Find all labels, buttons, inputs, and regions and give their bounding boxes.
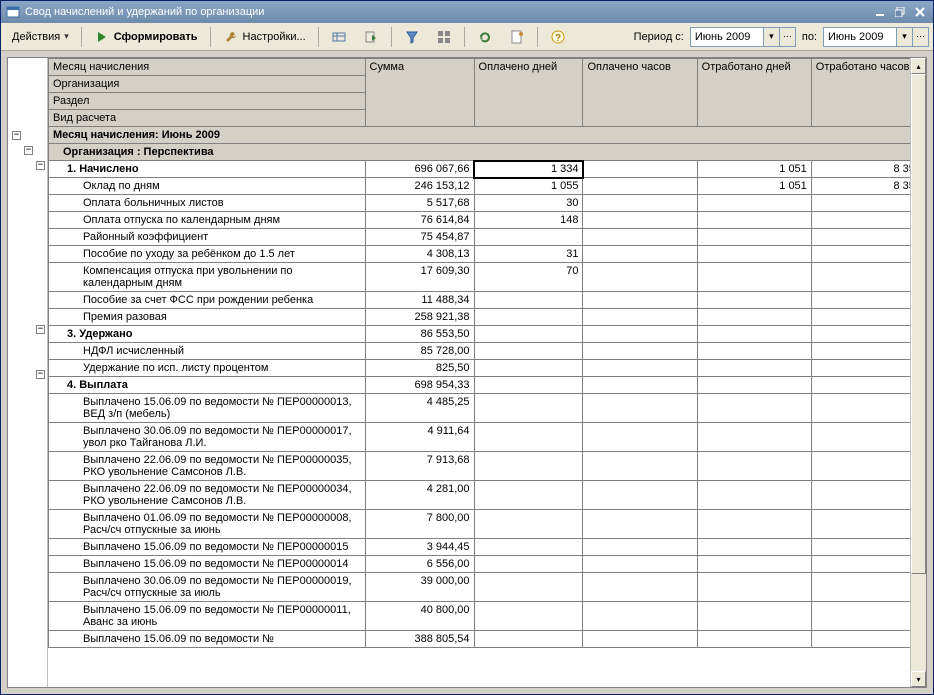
app-icon bbox=[5, 4, 21, 20]
period-to-label: по: bbox=[800, 31, 819, 43]
table-row[interactable]: Пособие за счет ФСС при рождении ребенка… bbox=[49, 292, 926, 309]
table-row[interactable]: Оплата отпуска по календарным дням76 614… bbox=[49, 212, 926, 229]
picker-icon[interactable]: ⋯ bbox=[912, 28, 928, 46]
grid-button[interactable] bbox=[429, 26, 459, 48]
table-row[interactable]: Выплачено 22.06.09 по ведомости № ПЕР000… bbox=[49, 481, 926, 510]
period-from-label: Период с: bbox=[632, 31, 686, 43]
separator bbox=[210, 27, 211, 47]
funnel-icon bbox=[404, 29, 420, 45]
table-row[interactable]: Оклад по дням246 153,121 0551 0518 354 bbox=[49, 178, 926, 195]
col-header-section[interactable]: Раздел bbox=[49, 93, 366, 110]
separator bbox=[537, 27, 538, 47]
expand-toggle[interactable]: − bbox=[36, 325, 45, 334]
tool-btn-3[interactable] bbox=[502, 26, 532, 48]
table-row[interactable]: 1. Начислено 696 067,66 1 334 1 051 8 35… bbox=[49, 161, 926, 178]
vertical-scrollbar[interactable]: ▴ ▾ bbox=[910, 58, 926, 687]
table-row[interactable]: Компенсация отпуска при увольнении по ка… bbox=[49, 263, 926, 292]
help-button[interactable]: ? bbox=[543, 26, 573, 48]
tool-btn-2[interactable] bbox=[356, 26, 386, 48]
period-filter: Период с: ▾ ⋯ по: ▾ ⋯ bbox=[632, 27, 929, 47]
col-header-sum[interactable]: Сумма bbox=[365, 59, 474, 127]
wrench-icon bbox=[223, 29, 239, 45]
table-row[interactable]: Выплачено 15.06.09 по ведомости № ПЕР000… bbox=[49, 556, 926, 573]
separator bbox=[464, 27, 465, 47]
separator bbox=[318, 27, 319, 47]
table-row[interactable]: Пособие по уходу за ребёнком до 1.5 лет4… bbox=[49, 246, 926, 263]
table-row[interactable]: Премия разовая258 921,38 bbox=[49, 309, 926, 326]
table-row[interactable]: Районный коэффициент75 454,87 bbox=[49, 229, 926, 246]
table-row[interactable]: Выплачено 15.06.09 по ведомости № ПЕР000… bbox=[49, 602, 926, 631]
expand-toggle[interactable]: − bbox=[36, 370, 45, 379]
separator bbox=[81, 27, 82, 47]
scroll-down-button[interactable]: ▾ bbox=[911, 671, 926, 687]
period-from-field[interactable] bbox=[691, 28, 763, 46]
table-row[interactable]: Выплачено 15.06.09 по ведомости № ПЕР000… bbox=[49, 539, 926, 556]
table-row[interactable]: 3. Удержано86 553,50 bbox=[49, 326, 926, 343]
toolbar: Действия ▾ Сформировать Настройки... ? П… bbox=[1, 23, 933, 51]
period-to-input[interactable]: ▾ ⋯ bbox=[823, 27, 929, 47]
selected-cell: 1 334 bbox=[474, 161, 583, 178]
table-row[interactable]: Оплата больничных листов5 517,6830 bbox=[49, 195, 926, 212]
window-title: Свод начислений и удержаний по организац… bbox=[25, 6, 871, 18]
col-header-org[interactable]: Организация bbox=[49, 76, 366, 93]
col-header-worked-days[interactable]: Отработано дней bbox=[697, 59, 811, 127]
dropdown-icon[interactable]: ▾ bbox=[763, 28, 779, 46]
tool-btn-1[interactable] bbox=[324, 26, 354, 48]
minimize-button[interactable] bbox=[871, 4, 889, 20]
filter-button[interactable] bbox=[397, 26, 427, 48]
table-row[interactable]: 4. Выплата698 954,33 bbox=[49, 377, 926, 394]
expand-gutter: − − − − − bbox=[8, 58, 48, 687]
report-table[interactable]: Месяц начисления Сумма Оплачено дней Опл… bbox=[48, 58, 926, 648]
page-icon bbox=[509, 29, 525, 45]
export-icon bbox=[363, 29, 379, 45]
table-row[interactable]: Выплачено 01.06.09 по ведомости № ПЕР000… bbox=[49, 510, 926, 539]
svg-text:?: ? bbox=[555, 33, 561, 44]
close-button[interactable] bbox=[911, 4, 929, 20]
refresh-icon bbox=[477, 29, 493, 45]
table-row[interactable]: Выплачено 15.06.09 по ведомости №388 805… bbox=[49, 631, 926, 648]
actions-label: Действия bbox=[12, 31, 60, 43]
expand-toggle[interactable]: − bbox=[24, 146, 33, 155]
table-row[interactable]: НДФЛ исчисленный85 728,00 bbox=[49, 343, 926, 360]
table-row[interactable]: Выплачено 22.06.09 по ведомости № ПЕР000… bbox=[49, 452, 926, 481]
titlebar: Свод начислений и удержаний по организац… bbox=[1, 1, 933, 23]
restore-button[interactable] bbox=[891, 4, 909, 20]
form-button[interactable]: Сформировать bbox=[87, 26, 205, 48]
form-label: Сформировать bbox=[114, 31, 198, 43]
group-org[interactable]: Организация : Перспектива bbox=[49, 144, 926, 161]
table-row[interactable]: Выплачено 30.06.09 по ведомости № ПЕР000… bbox=[49, 423, 926, 452]
col-header-paid-days[interactable]: Оплачено дней bbox=[474, 59, 583, 127]
scroll-thumb[interactable] bbox=[911, 74, 926, 574]
table-row[interactable]: Выплачено 30.06.09 по ведомости № ПЕР000… bbox=[49, 573, 926, 602]
separator bbox=[391, 27, 392, 47]
table-row[interactable]: Выплачено 15.06.09 по ведомости № ПЕР000… bbox=[49, 394, 926, 423]
group-month[interactable]: Месяц начисления: Июнь 2009 bbox=[49, 127, 926, 144]
settings-button[interactable]: Настройки... bbox=[216, 26, 313, 48]
refresh-button[interactable] bbox=[470, 26, 500, 48]
actions-menu[interactable]: Действия ▾ bbox=[5, 26, 76, 48]
play-icon bbox=[94, 29, 110, 45]
dropdown-icon[interactable]: ▾ bbox=[896, 28, 912, 46]
table-row[interactable]: Удержание по исп. листу процентом825,50 bbox=[49, 360, 926, 377]
grid-icon bbox=[436, 29, 452, 45]
settings-label: Настройки... bbox=[243, 31, 306, 43]
expand-toggle[interactable]: − bbox=[12, 131, 21, 140]
expand-toggle[interactable]: − bbox=[36, 161, 45, 170]
col-header-calc[interactable]: Вид расчета bbox=[49, 110, 366, 127]
table-icon bbox=[331, 29, 347, 45]
report-area: − − − − − Месяц начисления Сумма Оплачен… bbox=[7, 57, 927, 688]
scroll-up-button[interactable]: ▴ bbox=[911, 58, 926, 74]
period-to-field[interactable] bbox=[824, 28, 896, 46]
col-header-paid-hours[interactable]: Оплачено часов bbox=[583, 59, 697, 127]
col-header-worked-hours[interactable]: Отработано часов bbox=[811, 59, 925, 127]
help-icon: ? bbox=[550, 29, 566, 45]
chevron-down-icon: ▾ bbox=[64, 31, 69, 42]
picker-icon[interactable]: ⋯ bbox=[779, 28, 795, 46]
col-header-desc[interactable]: Месяц начисления bbox=[49, 59, 366, 76]
period-from-input[interactable]: ▾ ⋯ bbox=[690, 27, 796, 47]
